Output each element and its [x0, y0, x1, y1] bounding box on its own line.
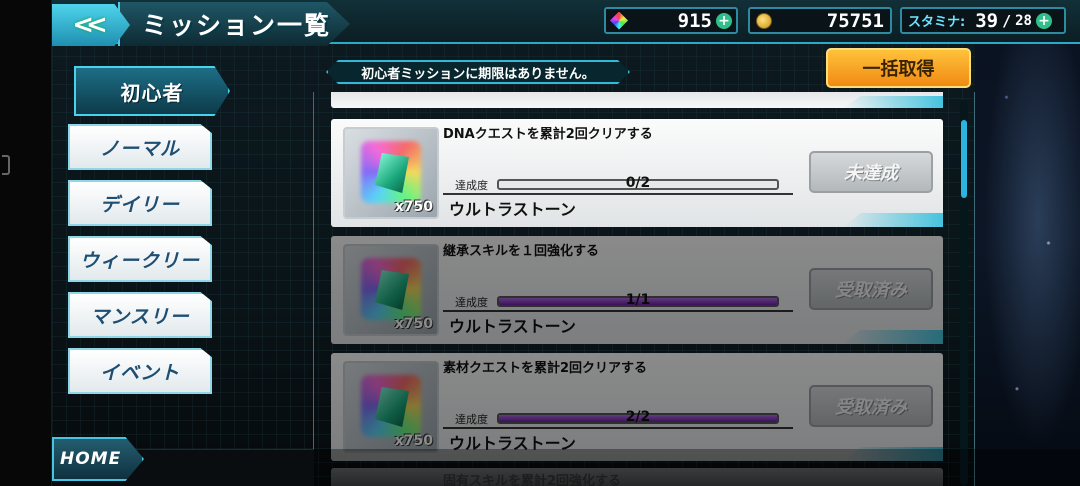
- divider: [443, 193, 793, 195]
- gem-icon: [610, 11, 628, 30]
- mission-card-partial: 固有スキルを累計2回強化する: [331, 468, 943, 486]
- tab-weekly[interactable]: ウィークリー: [68, 236, 212, 282]
- status-label: 受取済み: [835, 280, 907, 301]
- add-gem-button[interactable]: +: [716, 12, 732, 29]
- tab-label: ウィークリー: [79, 249, 200, 272]
- scrollbar-thumb[interactable]: [961, 120, 967, 198]
- tab-label: 初心者: [120, 80, 184, 105]
- tab-label: デイリー: [99, 193, 180, 216]
- mission-card: x750 DNAクエストを累計2回クリアする 達成度 0/2 ウルトラストーン …: [331, 119, 943, 227]
- stamina-label: スタミナ:: [908, 15, 966, 30]
- notice-text: 初心者ミッションに期限はありません。: [361, 66, 595, 82]
- progress-label: 達成度: [455, 179, 488, 192]
- reward-quantity: x750: [394, 316, 433, 332]
- stamina-separator: /: [1002, 11, 1012, 30]
- coin-value: 75751: [826, 9, 884, 32]
- progress-text: 1/1: [625, 292, 651, 308]
- mission-title: DNAクエストを累計2回クリアする: [443, 127, 653, 142]
- space-backdrop: [975, 0, 1080, 486]
- progress-label: 達成度: [455, 413, 488, 426]
- stamina-max: 28: [1015, 12, 1032, 29]
- status-label: 未達成: [844, 163, 898, 184]
- home-button[interactable]: HOME: [52, 437, 144, 481]
- mission-card: x750 継承スキルを１回強化する 達成度 1/1 ウルトラストーン 受取済み: [331, 236, 943, 344]
- tab-label: イベント: [99, 361, 180, 384]
- tab-label: ノーマル: [99, 137, 180, 160]
- gem-value: 915: [677, 9, 712, 32]
- status-button[interactable]: 未達成: [809, 151, 933, 193]
- left-bezel: [0, 0, 52, 486]
- page-title-box: ミッション一覧: [118, 2, 350, 46]
- progress-text: 0/2: [625, 175, 651, 191]
- home-label: HOME: [60, 449, 122, 469]
- tab-label: マンスリー: [90, 305, 190, 328]
- divider: [443, 310, 793, 312]
- mission-title: 固有スキルを累計2回強化する: [443, 474, 622, 486]
- back-arrow-icon: <<: [72, 10, 107, 40]
- mission-card: x750 素材クエストを累計2回クリアする 達成度 2/2 ウルトラストーン 受…: [331, 353, 943, 461]
- stamina-current: 39: [975, 9, 999, 32]
- reward-thumbnail: x750: [343, 361, 439, 453]
- page-title: ミッション一覧: [142, 11, 332, 40]
- reward-name: ウルトラストーン: [449, 434, 576, 453]
- stamina-counter: スタミナ: 39 / 28 +: [900, 7, 1066, 34]
- divider: [443, 427, 793, 429]
- collect-all-button[interactable]: 一括取得: [826, 48, 971, 88]
- collect-all-label: 一括取得: [862, 59, 935, 80]
- mission-title: 継承スキルを１回強化する: [443, 244, 600, 259]
- reward-quantity: x750: [394, 433, 433, 449]
- tab-beginner[interactable]: 初心者: [74, 66, 230, 116]
- reward-name: ウルトラストーン: [449, 200, 576, 219]
- camera-notch: [2, 155, 10, 175]
- tab-daily[interactable]: デイリー: [68, 180, 212, 226]
- tab-normal[interactable]: ノーマル: [68, 124, 212, 170]
- progress-text: 2/2: [625, 409, 651, 425]
- progress-label: 達成度: [455, 296, 488, 309]
- tab-monthly[interactable]: マンスリー: [68, 292, 212, 338]
- add-stamina-button[interactable]: +: [1035, 12, 1052, 29]
- reward-quantity: x750: [394, 199, 433, 215]
- coin-icon: [756, 12, 772, 29]
- coin-counter: 75751: [748, 7, 892, 34]
- status-label: 受取済み: [835, 397, 907, 418]
- mission-card-partial: [331, 92, 943, 108]
- reward-name: ウルトラストーン: [449, 317, 576, 336]
- reward-thumbnail: x750: [343, 127, 439, 219]
- status-button[interactable]: 受取済み: [809, 385, 933, 427]
- status-button[interactable]: 受取済み: [809, 268, 933, 310]
- notice-banner: 初心者ミッションに期限はありません。: [326, 60, 630, 84]
- reward-thumbnail: x750: [343, 244, 439, 336]
- back-button[interactable]: <<: [52, 4, 130, 46]
- gem-counter: 915 +: [604, 7, 738, 34]
- mission-title: 素材クエストを累計2回クリアする: [443, 361, 648, 376]
- tab-event[interactable]: イベント: [68, 348, 212, 394]
